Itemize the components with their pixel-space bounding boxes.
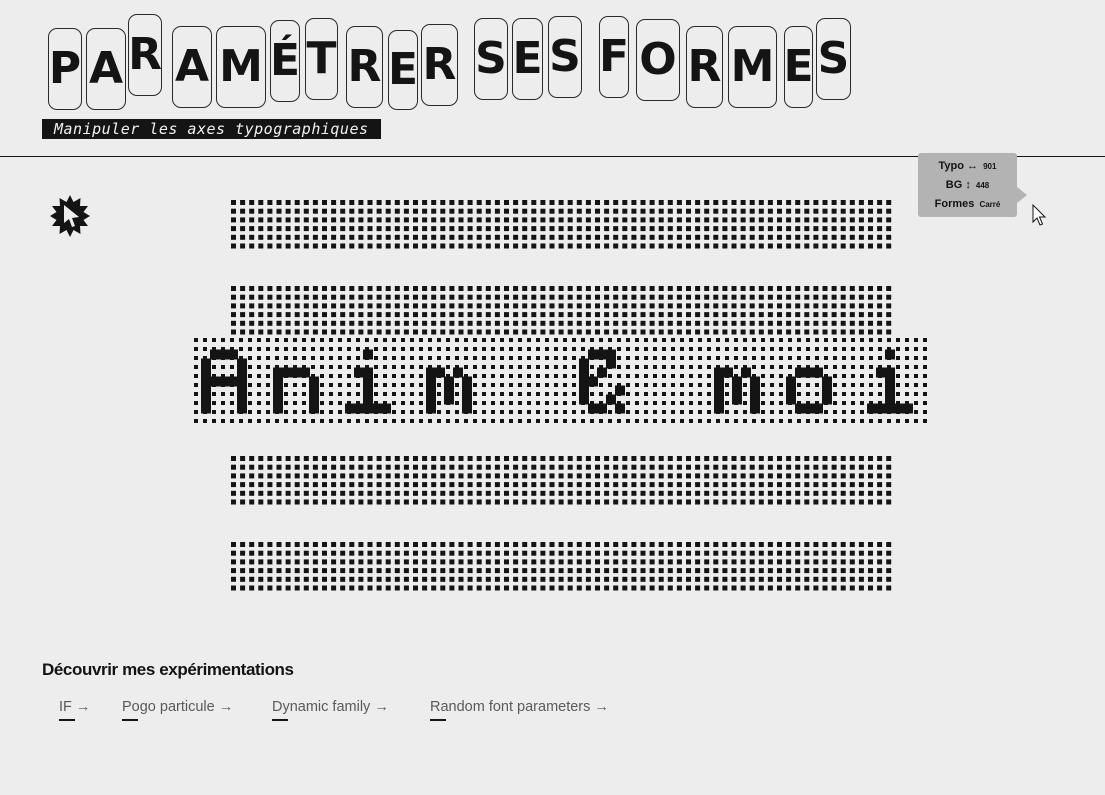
title-letter-tile[interactable]: P	[48, 28, 82, 110]
tooltip-label: Typo	[938, 160, 964, 172]
dot-grid-band	[231, 285, 893, 335]
tooltip-row-formes: Formes Carré	[918, 195, 1017, 214]
pixel-headline[interactable]	[192, 336, 932, 430]
tooltip-label: Formes	[934, 198, 975, 210]
link-pogo-particule[interactable]: Pogo particule →	[122, 699, 234, 721]
title-letter-tile[interactable]: R	[128, 14, 162, 96]
title-letter-tile[interactable]: E	[388, 30, 418, 110]
title-letter-tile[interactable]: R	[421, 24, 458, 106]
title-letter-tile[interactable]: E	[783, 26, 814, 108]
experiments-heading: Découvrir mes expérimentations	[42, 660, 294, 679]
tooltip-row-bg: BG ↕ 448	[918, 176, 1017, 195]
dot-grid-band	[231, 541, 893, 591]
link-label: IF →	[59, 699, 91, 715]
title-letter-tile[interactable]: S	[816, 18, 851, 100]
dot-grid-band	[231, 199, 893, 249]
link-dynamic-family[interactable]: Dynamic family →	[272, 699, 389, 721]
title-letter-tile[interactable]: R	[346, 26, 383, 108]
title-letter-tile[interactable]: T	[305, 18, 338, 100]
dot-grid-band	[231, 455, 893, 505]
title-letter-tile[interactable]: M	[728, 26, 777, 108]
horizontal-arrow-icon: ↔	[967, 160, 979, 172]
link-random-font-parameters[interactable]: Random font parameters →	[430, 699, 609, 721]
tooltip-value: 901	[983, 162, 997, 171]
title-letter-tile[interactable]: A	[172, 26, 212, 108]
link-underline	[272, 719, 288, 721]
title-letter-tile[interactable]: A	[86, 28, 126, 110]
play-cursor-badge-icon[interactable]	[48, 194, 92, 238]
title-letter-tile[interactable]: É	[270, 20, 300, 102]
vertical-arrow-icon: ↕	[965, 179, 971, 191]
link-label: Pogo particule →	[122, 699, 234, 715]
link-label: Random font parameters →	[430, 699, 609, 715]
title-letter-tile[interactable]: R	[686, 26, 723, 108]
tooltip-row-typo: Typo ↔ 901	[918, 157, 1017, 176]
title-letter-tile[interactable]: S	[548, 16, 582, 98]
tooltip-value: Carré	[979, 200, 1001, 209]
page-subtitle: Manipuler les axes typographiques	[42, 119, 381, 139]
link-underline	[430, 719, 446, 721]
tooltip-label: BG	[945, 179, 963, 191]
parameters-tooltip: Typo ↔ 901 BG ↕ 448 Formes Carré	[918, 153, 1027, 217]
title-letter-tile[interactable]: F	[599, 16, 629, 98]
title-letter-tile[interactable]: S	[474, 18, 508, 100]
mouse-pointer-icon	[1032, 203, 1048, 228]
title-letter-tile[interactable]: M	[216, 26, 266, 108]
link-underline	[59, 719, 75, 721]
link-underline	[122, 719, 138, 721]
title-letter-tile[interactable]: E	[512, 18, 543, 100]
link-if[interactable]: IF →	[59, 699, 91, 721]
tooltip-value: 448	[975, 181, 990, 190]
title-letter-tile[interactable]: O	[636, 19, 680, 101]
page-title: P A R A M É T R E R S E S F O R M E S	[48, 14, 868, 114]
link-label: Dynamic family →	[272, 699, 389, 715]
